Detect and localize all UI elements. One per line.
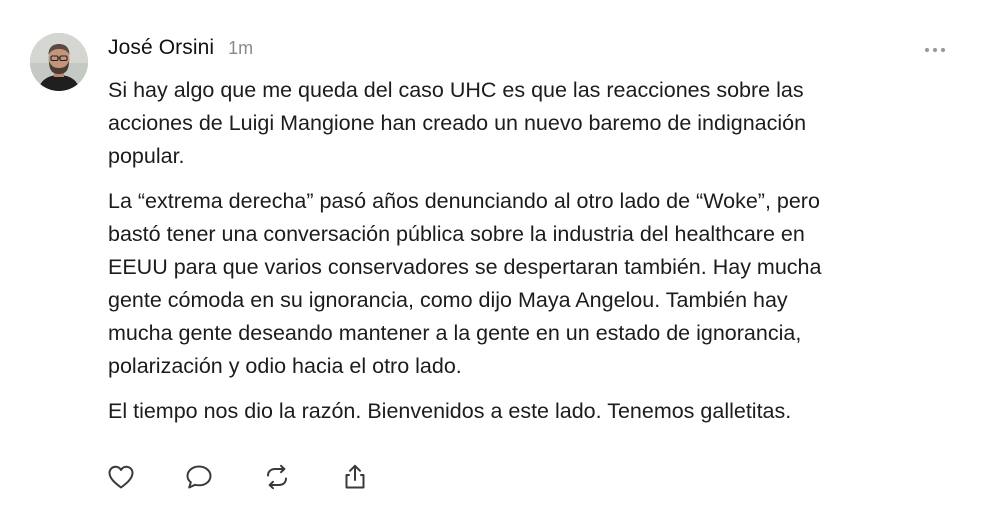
- timestamp[interactable]: 1m: [228, 38, 253, 59]
- post-paragraph: La “extrema derecha” pasó años denuncian…: [108, 189, 822, 378]
- repost-button[interactable]: [262, 462, 292, 492]
- reply-button[interactable]: [184, 462, 214, 492]
- like-button[interactable]: [106, 462, 136, 492]
- more-options-button[interactable]: [922, 42, 948, 58]
- more-horizontal-icon: [924, 47, 946, 53]
- heart-icon: [108, 465, 134, 489]
- comment-icon: [186, 465, 212, 489]
- post-header: José Orsini 1m: [108, 36, 253, 66]
- share-icon: [345, 464, 365, 489]
- post-paragraph: El tiempo nos dio la razón. Bienvenidos …: [108, 399, 792, 423]
- post-body: Si hay algo que me queda del caso UHC es…: [108, 74, 948, 440]
- avatar[interactable]: [30, 33, 88, 91]
- author-name[interactable]: José Orsini: [108, 36, 214, 60]
- post-card: José Orsini 1m Si hay algo que me queda …: [0, 0, 1000, 520]
- repost-icon: [267, 464, 287, 490]
- avatar-image: [30, 33, 88, 91]
- action-bar: [106, 462, 370, 492]
- share-button[interactable]: [340, 462, 370, 492]
- post-paragraph: Si hay algo que me queda del caso UHC es…: [108, 78, 807, 168]
